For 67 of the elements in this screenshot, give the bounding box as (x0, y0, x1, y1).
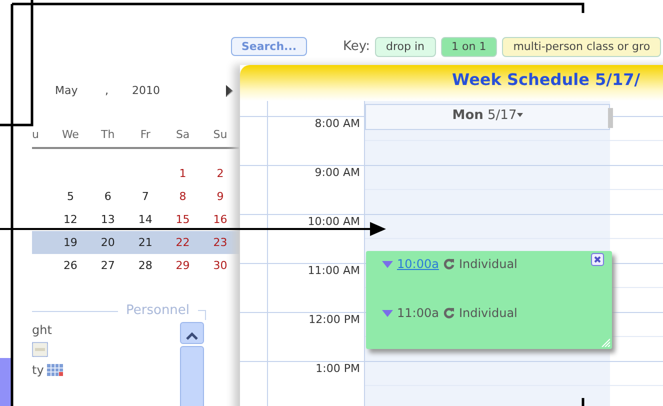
weekday-label: Sa (174, 127, 191, 143)
legend-chip: 1 on 1 (440, 37, 498, 57)
year-label[interactable]: 2010 (132, 80, 160, 102)
day-cell[interactable]: 29 (164, 254, 202, 277)
day-header[interactable]: Mon 5/17 (365, 104, 610, 130)
day-cell[interactable]: 22 (164, 231, 202, 254)
weekday-label: Su (212, 127, 228, 143)
time-label: 1:00 PM (316, 362, 360, 375)
list-icon[interactable] (32, 342, 48, 357)
month-label[interactable]: May (55, 80, 78, 102)
list-text: ght (32, 322, 52, 339)
day-cell[interactable]: 20 (89, 231, 127, 254)
dropdown-triangle-icon[interactable] (382, 310, 393, 316)
time-label: 9:00 AM (314, 166, 360, 179)
day-cell[interactable]: 9 (202, 185, 239, 208)
day-cell[interactable]: 15 (164, 208, 202, 231)
repeat-icon (442, 258, 455, 270)
time-label: 12:00 PM (308, 313, 360, 326)
schedule-title: Week Schedule 5/17/ (452, 69, 642, 91)
fieldset-corner (198, 310, 206, 320)
next-month-icon[interactable] (225, 85, 234, 97)
day-cell[interactable]: 19 (52, 231, 90, 254)
appointment-type: Individual (458, 256, 518, 273)
dropdown-caret-icon[interactable] (516, 113, 523, 118)
section-legend: Personnel (126, 301, 190, 321)
day-cell[interactable]: 14 (126, 208, 164, 231)
list-text: ty (32, 362, 44, 379)
calendar-icon[interactable] (46, 364, 63, 376)
day-cell[interactable]: 8 (164, 185, 202, 208)
appointment-block[interactable]: 10:00a Individual 11:00a Individual (366, 251, 612, 349)
weekday-label: Fr (139, 127, 152, 143)
day-cell[interactable]: 21 (126, 231, 164, 254)
day-cell[interactable]: 16 (202, 208, 239, 231)
resize-grip-icon[interactable] (600, 337, 610, 347)
day-cell[interactable]: 26 (52, 254, 90, 277)
day-cell[interactable]: 12 (52, 208, 90, 231)
repeat-icon (442, 307, 455, 319)
time-label: 8:00 AM (314, 117, 360, 130)
key-label: Key: (343, 38, 370, 56)
day-cell[interactable]: 13 (89, 208, 127, 231)
day-cell[interactable]: 7 (126, 185, 164, 208)
resize-handle[interactable] (608, 108, 613, 128)
time-label: 11:00 AM (308, 264, 360, 277)
legend-chip: multi-person class or gro (502, 37, 662, 57)
day-cell[interactable]: 28 (126, 254, 164, 277)
dropdown-triangle-icon[interactable] (382, 260, 393, 268)
scroll-up-button[interactable] (180, 322, 204, 344)
weekday-label: u (32, 127, 40, 143)
close-icon[interactable] (591, 253, 604, 266)
time-label: 10:00 AM (308, 215, 360, 228)
day-cell[interactable]: 27 (89, 254, 127, 277)
selected-week[interactable]: 19 20 21 22 23 (32, 231, 239, 254)
day-cell[interactable]: 6 (89, 185, 127, 208)
appointment-type: Individual (458, 305, 518, 322)
day-cell[interactable]: 5 (52, 185, 90, 208)
weekday-label: Th (100, 127, 116, 143)
legend-chip: drop in (375, 37, 436, 57)
time-text: 11:00a (397, 305, 439, 322)
annotation-line (582, 398, 584, 406)
day-cell[interactable]: 30 (202, 254, 239, 277)
side-panel (0, 358, 12, 406)
scrollbar-thumb[interactable] (180, 346, 204, 406)
separator: , (105, 83, 108, 99)
weekday-label: We (60, 127, 80, 143)
day-cell[interactable]: 23 (202, 231, 239, 254)
day-cell[interactable]: 2 (202, 162, 239, 185)
day-cell[interactable]: 1 (164, 162, 202, 185)
